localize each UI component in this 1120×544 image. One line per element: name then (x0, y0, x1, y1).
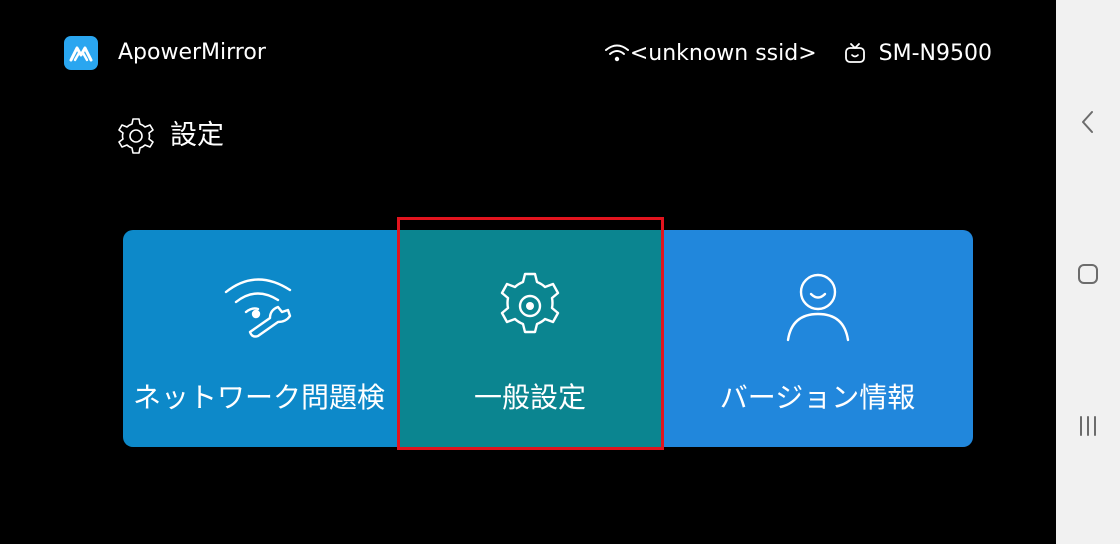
home-button[interactable] (1056, 244, 1120, 304)
version-info-label: バージョン情報 (719, 381, 916, 414)
ssid-text: <unknown ssid> (629, 40, 817, 66)
user-icon (786, 273, 849, 342)
chevron-left-icon (1082, 111, 1093, 133)
device-name: SM-N9500 (878, 40, 992, 66)
general-settings-card[interactable]: 一般設定 (398, 230, 662, 447)
general-settings-label: 一般設定 (473, 381, 586, 414)
recent-apps-icon (1080, 416, 1096, 436)
recent-apps-button[interactable] (1056, 396, 1120, 456)
connection-status: <unknown ssid> SM-N9500 (604, 38, 992, 68)
network-diagnosis-card[interactable]: ネットワーク問題検 (123, 230, 398, 447)
app-name: ApowerMirror (118, 40, 266, 65)
page-title: 設定 (116, 116, 224, 156)
version-info-card[interactable]: バージョン情報 (662, 230, 973, 447)
back-button[interactable] (1056, 92, 1120, 152)
tv-icon (844, 43, 865, 63)
wifi-icon (604, 44, 629, 62)
gear-icon (500, 272, 560, 334)
gear-icon (118, 118, 154, 154)
screen: ApowerMirror <unknown ssid> SM-N9500 設定 (0, 0, 1120, 544)
settings-menu: ネットワーク問題検 一般設定 バージョン情報 (123, 230, 973, 447)
wifi-wrench-icon (224, 278, 291, 338)
home-square-icon (1078, 264, 1098, 284)
apowermirror-logo-icon (64, 36, 98, 70)
app-area: ApowerMirror <unknown ssid> SM-N9500 設定 (0, 0, 1056, 544)
android-nav-bar (1056, 0, 1120, 544)
page-title-text: 設定 (170, 120, 224, 151)
network-diagnosis-label: ネットワーク問題検 (133, 381, 386, 414)
